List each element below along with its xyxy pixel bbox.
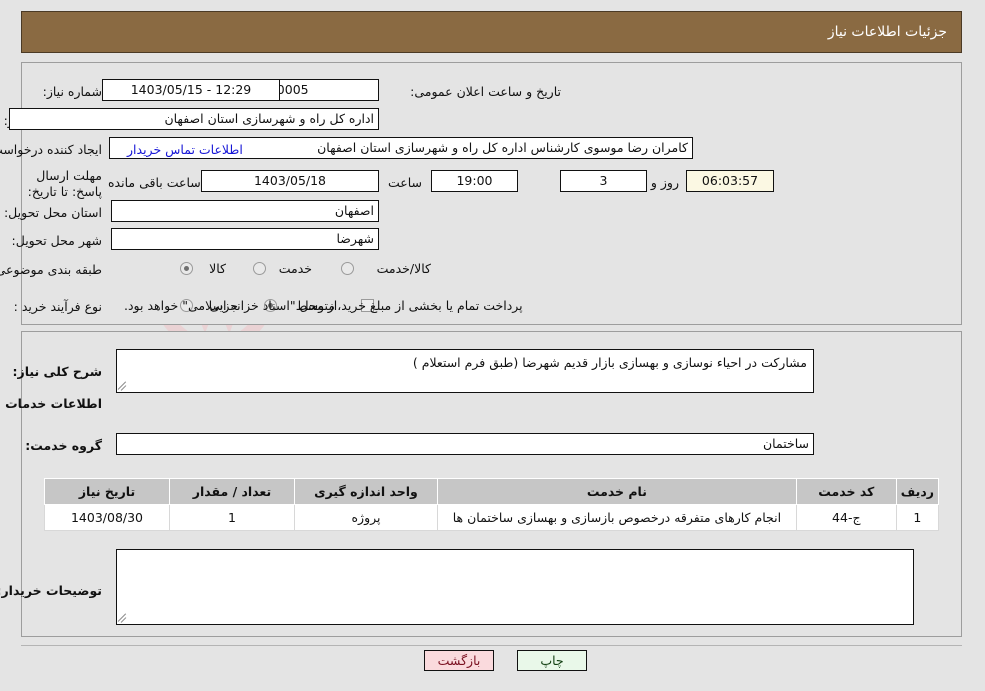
radio-category-kala-khedmat-label: کالا/خدمت: [377, 261, 432, 276]
radio-category-khedmat-label: خدمت: [279, 261, 313, 276]
col-row: ردیف: [896, 478, 941, 505]
creator-label: ایجاد کننده درخواست:: [0, 142, 103, 157]
delivery-province-value: اصفهان: [112, 200, 380, 222]
deadline-hour-value: 19:00: [432, 170, 519, 192]
radio-category-kala-khedmat[interactable]: [342, 262, 355, 275]
page-header-bar: جزئیات اطلاعات نیاز: [22, 11, 963, 53]
delivery-province-label: استان محل تحویل:: [4, 205, 103, 220]
buyer-org-value: اداره کل راه و شهرسازی استان اصفهان: [10, 108, 380, 130]
col-unit: واحد اندازه گیری: [295, 478, 439, 505]
deadline-days-value: 3: [561, 170, 648, 192]
public-announce-label: تاریخ و ساعت اعلان عمومی:: [411, 84, 562, 99]
service-group-value: ساختمان: [117, 433, 815, 455]
deadline-countdown-value: 06:03:57: [687, 170, 775, 192]
services-heading: اطلاعات خدمات مورد نیاز: [0, 396, 103, 411]
general-desc-label: شرح کلی نیاز:: [13, 364, 103, 379]
deadline-hour-label: ساعت: [388, 175, 423, 190]
table-header-row: ردیف کد خدمت نام خدمت واحد اندازه گیری ت…: [45, 478, 941, 505]
buyer-contact-link[interactable]: اطلاعات تماس خریدار: [128, 142, 244, 158]
delivery-city-label: شهر محل تحویل:: [12, 233, 103, 248]
category-label: طبقه بندی موضوعی:: [0, 262, 103, 277]
footer-divider: [22, 645, 963, 646]
service-group-label: گروه خدمت:: [26, 438, 103, 453]
resize-grip-icon[interactable]: [118, 381, 130, 391]
cell-date: 1403/08/30: [45, 504, 171, 531]
table-row: 1 ج-44 انجام کارهای متفرقه درخصوص بازساز…: [45, 504, 941, 531]
back-button[interactable]: بازگشت: [425, 650, 495, 671]
cell-name: انجام کارهای متفرقه درخصوص بازسازی و بهس…: [438, 504, 798, 531]
buyer-notes-textarea[interactable]: [117, 549, 915, 625]
delivery-city-value: شهرضا: [112, 228, 380, 250]
radio-category-kala-label: کالا: [210, 261, 227, 276]
public-announce-value: 1403/05/15 - 12:29: [103, 79, 281, 101]
radio-category-kala[interactable]: [181, 262, 194, 275]
col-date: تاریخ نیاز: [45, 478, 171, 505]
col-qty: تعداد / مقدار: [170, 478, 296, 505]
general-desc-textarea[interactable]: مشارکت در احیاء نوسازی و بهسازی بازار قد…: [117, 349, 815, 393]
buyer-notes-label: توضیحات خریدار:: [0, 583, 103, 598]
radio-category-khedmat[interactable]: [254, 262, 267, 275]
print-button[interactable]: چاپ: [518, 650, 588, 671]
cell-row: 1: [896, 504, 941, 531]
purchase-type-label: نوع فرآیند خرید :: [14, 299, 103, 314]
cell-unit: پروژه: [295, 504, 439, 531]
col-name: نام خدمت: [438, 478, 798, 505]
col-code: کد خدمت: [796, 478, 898, 505]
cell-qty: 1: [170, 504, 296, 531]
deadline-countdown-unit-label: ساعت باقی مانده: [109, 175, 202, 190]
cell-code: ج-44: [796, 504, 898, 531]
treasury-note-text: پرداخت تمام یا بخشی از مبلغ خرید،از محل …: [125, 298, 524, 313]
need-summary-panel: [22, 62, 963, 325]
page-root: AriaTender.net جزئیات اطلاعات نیاز شماره…: [0, 0, 985, 691]
deadline-date-value: 1403/05/18: [202, 170, 380, 192]
general-desc-value: مشارکت در احیاء نوسازی و بهسازی بازار قد…: [413, 355, 808, 370]
need-number-label: شماره نیاز:: [43, 84, 103, 99]
page-title: جزئیات اطلاعات نیاز: [828, 24, 948, 40]
deadline-days-unit-label: روز و: [651, 175, 680, 190]
deadline-label: مهلت ارسال پاسخ: تا تاریخ:: [28, 168, 103, 199]
services-table: ردیف کد خدمت نام خدمت واحد اندازه گیری ت…: [45, 478, 941, 531]
resize-grip-icon[interactable]: [118, 613, 130, 623]
